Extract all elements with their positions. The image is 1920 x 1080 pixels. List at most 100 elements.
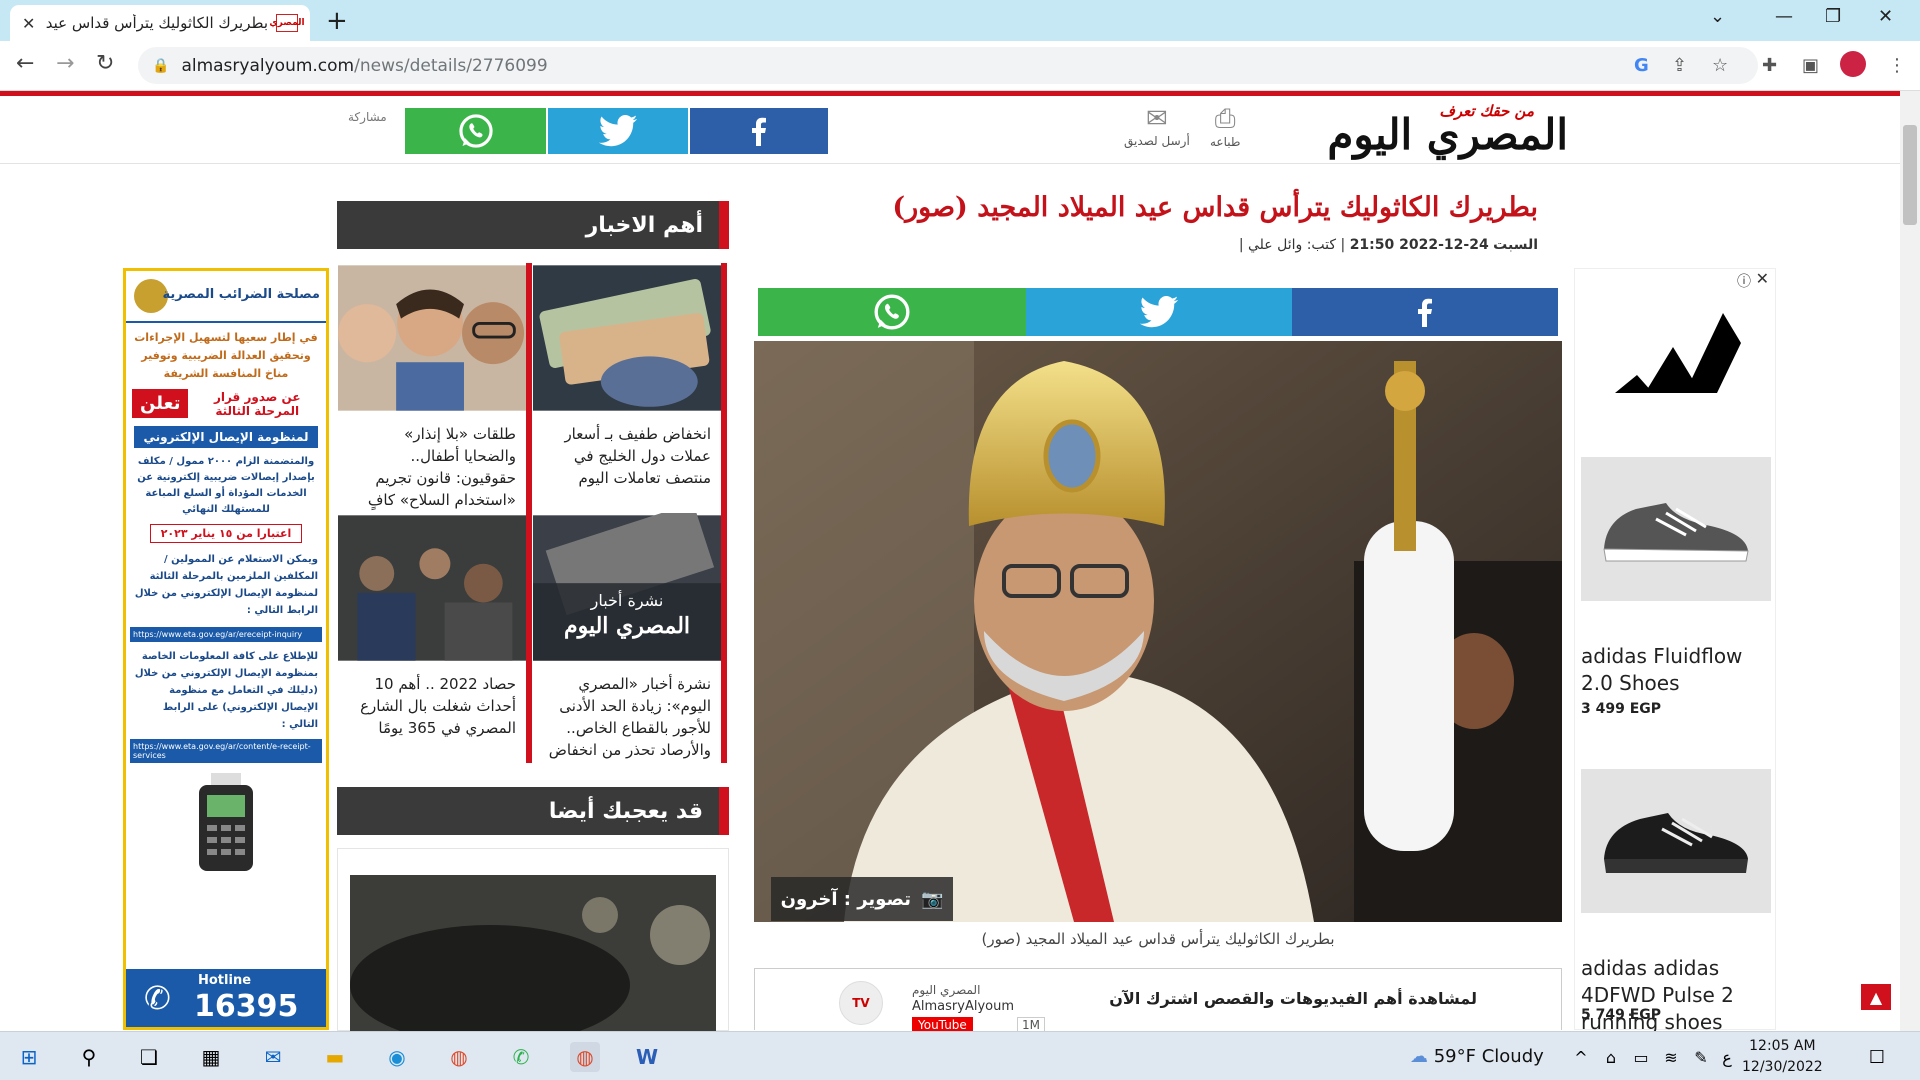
wifi-icon[interactable]: ≋	[1656, 1042, 1686, 1072]
reload-button[interactable]: ↻	[96, 51, 114, 76]
camera-icon: 📷	[920, 888, 944, 910]
facebook-share-button[interactable]	[690, 108, 828, 154]
share-label: مشاركة	[348, 110, 387, 124]
ad-inquiry: ويمكن الاستعلام عن الممولين / المكلفين ا…	[134, 554, 318, 616]
url-field[interactable]: 🔒 almasryalyoum.com/news/details/2776099	[138, 47, 1758, 84]
ad-intro: في إطار سعيها لتسهيل الإجراءات وتحقيق ال…	[134, 331, 318, 380]
lock-icon[interactable]: 🔒	[152, 58, 169, 74]
file-explorer-icon[interactable]: ▬	[320, 1042, 350, 1072]
email-friend-button[interactable]: ✉ أرسل لصديق	[1124, 104, 1190, 148]
news-card[interactable]: حصاد 2022 .. أهم 10 أحداث شغلت بال الشار…	[338, 513, 532, 763]
ad-info-icon[interactable]: ⓘ	[1737, 271, 1751, 291]
newsletter-graphic-brand: المصري اليوم	[563, 613, 691, 639]
shoe-icon	[1604, 813, 1748, 873]
scrollbar-thumb[interactable]	[1903, 125, 1917, 225]
close-tab-icon[interactable]: ✕	[22, 14, 35, 33]
article-hero-image[interactable]	[754, 341, 1562, 922]
page-scrollbar[interactable]	[1900, 91, 1920, 1031]
google-translate-icon[interactable]: G	[1634, 55, 1649, 76]
news-card-text: حصاد 2022 .. أهم 10 أحداث شغلت بال الشار…	[360, 675, 516, 737]
twitter-icon	[1139, 296, 1179, 328]
mail-icon[interactable]: ✉	[258, 1042, 288, 1072]
shoe-icon	[1603, 503, 1749, 562]
tab-title: بطريرك الكاثوليك يترأس قداس عيد	[45, 14, 268, 32]
system-clock[interactable]: 12:05 AM 12/30/2022	[1742, 1036, 1823, 1078]
news-card-text: نشرة أخبار «المصري اليوم»: زيادة الحد ال…	[548, 675, 711, 759]
restore-button[interactable]: ❐	[1825, 6, 1841, 27]
chrome-icon[interactable]: ◍	[444, 1042, 474, 1072]
article-date: 24-12-2022 21:50	[1349, 237, 1489, 253]
tax-authority-ad[interactable]: مصلحة الضرائب المصرية في إطار سعيها لتسه…	[123, 268, 329, 1030]
may-like-heading-text: قد يعجبك أيضا	[548, 798, 703, 824]
top-news-heading-text: أهم الاخبار	[585, 212, 703, 238]
back-to-top-button[interactable]: ▲	[1861, 984, 1891, 1010]
edge-icon[interactable]: ◉	[382, 1042, 412, 1072]
ad-announce: تعلن	[132, 389, 189, 418]
crowd-photo	[338, 515, 526, 661]
news-card[interactable]: انخفاض طفيف بـ أسعار عملات دول الخليج في…	[533, 263, 727, 513]
whatsapp-icon	[458, 114, 493, 148]
channel-avatar[interactable]: TV	[839, 981, 883, 1025]
whatsapp-share-button[interactable]	[405, 108, 546, 154]
recommended-photo[interactable]	[350, 875, 716, 1032]
youtube-subscribe-box: لمشاهدة أهم الفيديوهات والقصص اشترك الآن…	[754, 968, 1562, 1033]
chevron-up-icon[interactable]: ^	[1566, 1042, 1596, 1072]
start-icon[interactable]: ⊞	[14, 1042, 44, 1072]
bookmark-star-icon[interactable]: ☆	[1712, 55, 1728, 76]
news-card[interactable]: طلقات «بلا إنذار» والضحايا أطفال.. حقوقي…	[338, 263, 532, 513]
side-panel-icon[interactable]: ▣	[1802, 55, 1819, 76]
back-button[interactable]: ←	[16, 51, 34, 76]
battery-icon[interactable]: ▭	[1626, 1042, 1656, 1072]
print-button[interactable]: ⎙ طباعه	[1210, 104, 1240, 149]
weather-widget[interactable]: ☁ 59°F Cloudy	[1410, 1046, 1544, 1067]
cloud-icon: ☁	[1410, 1046, 1428, 1067]
word-icon[interactable]: W	[632, 1042, 662, 1072]
top-news-heading: أهم الاخبار	[337, 201, 729, 249]
ad-hotline: ✆ Hotline 16395	[126, 969, 326, 1027]
hotline-number: 16395	[194, 989, 299, 1024]
product-image[interactable]	[1581, 769, 1771, 913]
patriarch-photo	[754, 341, 1562, 922]
news-card[interactable]: نشرة أخبار المصري اليوم نشرة أخبار «المص…	[533, 513, 727, 763]
envelope-icon: ✉	[1146, 104, 1168, 134]
product-name[interactable]: adidas adidas 4DFWD Pulse 2 running shoe…	[1581, 955, 1775, 1036]
share-icon[interactable]: ⇪	[1672, 55, 1687, 76]
newsletter-graphic	[533, 513, 721, 661]
ad-link-2[interactable]: https://www.eta.gov.eg/ar/content/e-rece…	[130, 739, 322, 763]
notifications-icon[interactable]: ☐	[1862, 1042, 1892, 1072]
tab-search-icon[interactable]: ⌄	[1710, 6, 1725, 27]
article-whatsapp-button[interactable]	[758, 288, 1026, 336]
product-image[interactable]	[1581, 457, 1771, 601]
profile-avatar[interactable]	[1840, 51, 1866, 77]
forward-button[interactable]: →	[56, 51, 74, 76]
new-tab-button[interactable]: +	[326, 6, 348, 36]
print-label: طباعه	[1210, 135, 1241, 149]
language-indicator[interactable]: ع	[1712, 1042, 1742, 1072]
ad-close-icon[interactable]: ✕	[1756, 269, 1769, 288]
whatsapp-app-icon[interactable]: ✆	[506, 1042, 536, 1072]
search-icon[interactable]: ⚲	[74, 1042, 104, 1072]
site-logo[interactable]: من حقك تعرف المصري اليوم	[1312, 102, 1568, 162]
facebook-icon	[1418, 298, 1432, 327]
browser-tab[interactable]: المصري بطريرك الكاثوليك يترأس قداس عيد ✕	[10, 5, 310, 41]
camera-tray-icon[interactable]: ⌂	[1596, 1042, 1626, 1072]
widgets-icon[interactable]: ▦	[196, 1042, 226, 1072]
minimize-button[interactable]: —	[1775, 6, 1793, 27]
url-path: /news/details/2776099	[354, 55, 548, 76]
adidas-ad[interactable]: ⓘ ✕ adidas Fluidflow 2.0 Shoes 3 499 EGP…	[1574, 268, 1776, 1034]
chrome-active-icon[interactable]: ◍	[570, 1042, 600, 1072]
photo-credit-text: تصوير : آخرون	[780, 888, 911, 910]
extensions-icon[interactable]: ✚	[1762, 55, 1777, 76]
ad-link-1[interactable]: https://www.eta.gov.eg/ar/ereceipt-inqui…	[130, 627, 322, 642]
article-twitter-button[interactable]	[1026, 288, 1292, 336]
whatsapp-icon	[874, 294, 910, 330]
task-view-icon[interactable]: ❏	[134, 1042, 164, 1072]
browser-menu-icon[interactable]: ⋮	[1888, 55, 1906, 76]
may-like-heading: قد يعجبك أيضا	[337, 787, 729, 835]
facebook-icon	[752, 117, 766, 146]
close-window-button[interactable]: ✕	[1878, 6, 1893, 27]
article-facebook-button[interactable]	[1292, 288, 1558, 336]
twitter-share-button[interactable]	[548, 108, 688, 154]
youtube-cta: لمشاهدة أهم الفيديوهات والقصص اشترك الآن	[1109, 989, 1477, 1008]
product-name[interactable]: adidas Fluidflow 2.0 Shoes	[1581, 643, 1775, 697]
